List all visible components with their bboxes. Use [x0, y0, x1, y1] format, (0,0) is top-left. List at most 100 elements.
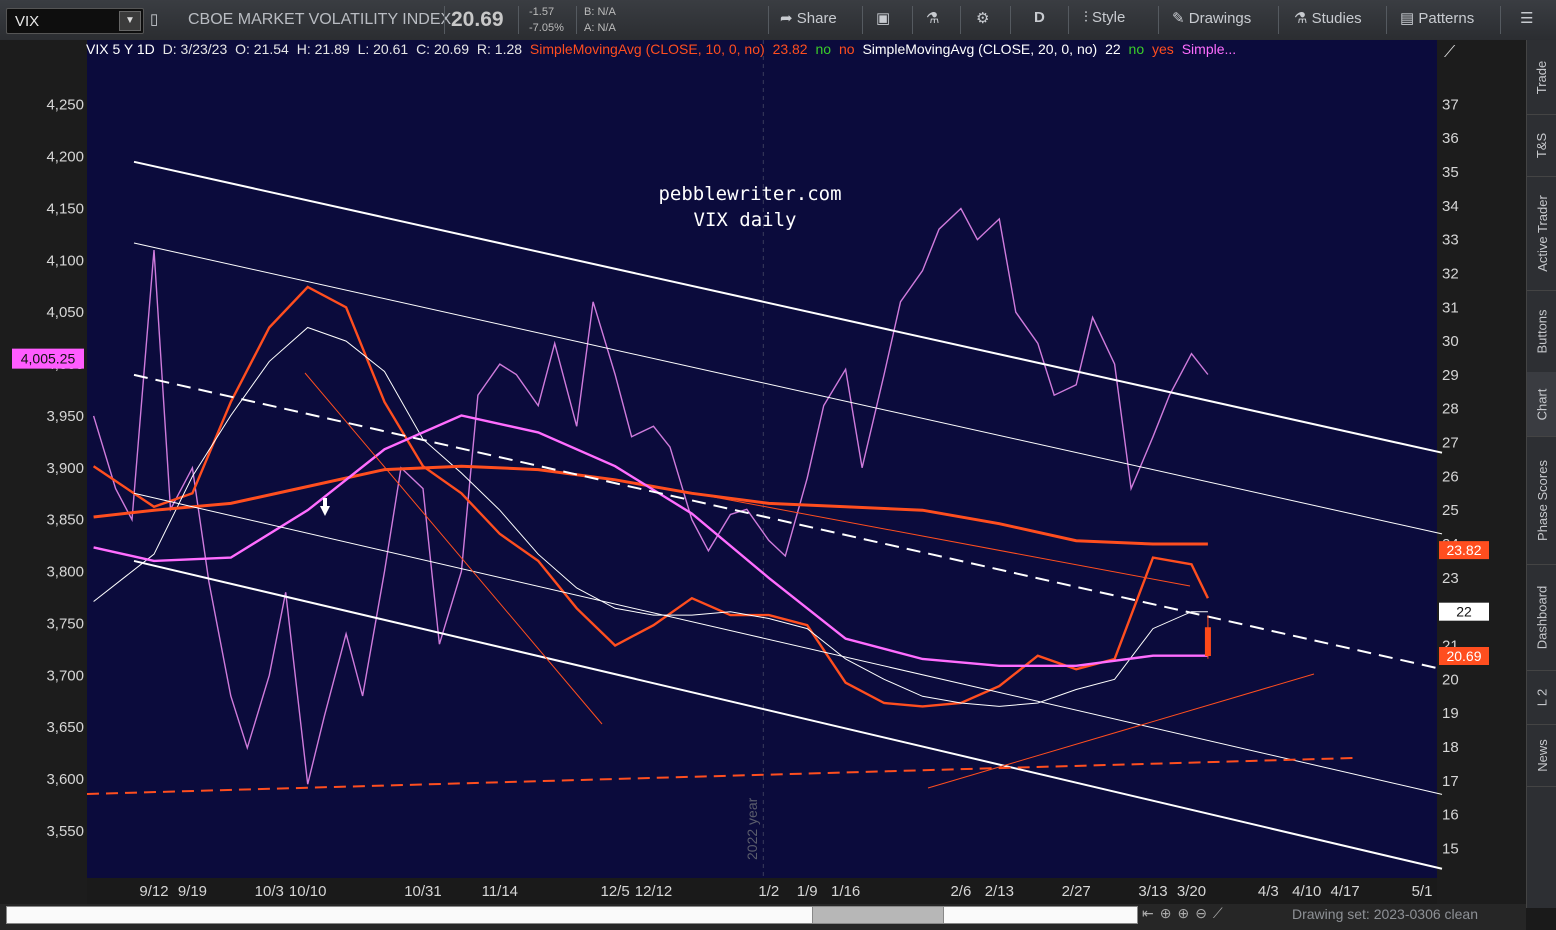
- share-label: Share: [796, 10, 837, 27]
- top-toolbar: VIX ▼ ▯ CBOE MARKET VOLATILITY INDEX 20.…: [0, 0, 1556, 41]
- drawing-set-label[interactable]: Drawing set: 2023-0306 clean: [1292, 906, 1478, 922]
- left-axis-tick: 3,750: [46, 615, 84, 632]
- flask-icon[interactable]: ⚗: [926, 9, 939, 27]
- x-axis-tick: 1/2: [758, 883, 779, 900]
- sidebar-tab-phase-scores[interactable]: Phase Scores: [1527, 436, 1556, 565]
- sma20-label[interactable]: SimpleMovingAvg (CLOSE, 20, 0, no): [862, 41, 1097, 57]
- right-axis-tick: 36: [1442, 130, 1459, 147]
- divider: [862, 6, 863, 34]
- drawings-button[interactable]: ✎ Drawings: [1172, 9, 1251, 27]
- right-axis-tick: 32: [1442, 265, 1459, 282]
- patterns-button[interactable]: ▤ Patterns: [1400, 9, 1474, 27]
- menu-icon[interactable]: ☰: [1520, 9, 1533, 27]
- divider: [444, 6, 445, 34]
- left-price-badge-text: 4,005.25: [21, 351, 76, 367]
- sidebar-tab-active-trader[interactable]: Active Trader: [1527, 176, 1556, 291]
- sidebar-tab-label: Trade: [1534, 60, 1550, 94]
- left-axis-tick: 4,200: [46, 149, 84, 166]
- left-axis-tick: 4,100: [46, 252, 84, 269]
- sidebar-tab-l2[interactable]: L 2: [1527, 670, 1556, 725]
- flask-icon: ⚗: [1294, 10, 1308, 27]
- sidebar-tab-buttons[interactable]: Buttons: [1527, 290, 1556, 373]
- share-button[interactable]: ➦ Share: [780, 9, 837, 27]
- x-axis-tick: 3/13: [1138, 883, 1167, 900]
- x-axis-tick: 12/12: [635, 883, 673, 900]
- chart-subtitle: VIX daily: [694, 209, 797, 231]
- x-axis-tick: 10/10: [289, 883, 327, 900]
- x-axis-tick: 4/17: [1331, 883, 1360, 900]
- camera-icon[interactable]: ▣: [876, 9, 890, 27]
- x-axis-tick: 2/27: [1062, 883, 1091, 900]
- sma10-value: 23.82: [772, 41, 808, 57]
- sidebar-tab-trade[interactable]: Trade: [1527, 40, 1556, 115]
- sma10-flag-2: no: [838, 41, 855, 57]
- right-axis-tick: 18: [1442, 739, 1459, 756]
- gear-icon[interactable]: ⚙: [976, 9, 989, 27]
- link-icon[interactable]: ▯: [150, 10, 158, 28]
- divider: [912, 6, 913, 34]
- divider: [518, 6, 519, 34]
- last-price: 20.69: [451, 8, 504, 31]
- chart-style-icon: ⫶: [1084, 9, 1088, 26]
- share-icon: ➦: [780, 10, 793, 27]
- sma10-label[interactable]: SimpleMovingAvg (CLOSE, 10, 0, no): [530, 41, 765, 57]
- right-axis-tick: 35: [1442, 164, 1459, 181]
- studies-label: Studies: [1311, 10, 1362, 27]
- right-axis-tick: 23: [1442, 570, 1459, 587]
- collapse-icon[interactable]: ⟋: [1444, 44, 1466, 62]
- sidebar-tab-news[interactable]: News: [1527, 724, 1556, 787]
- right-axis-tick: 16: [1442, 807, 1459, 824]
- right-axis-tick: 27: [1442, 435, 1459, 452]
- left-axis-tick: 4,150: [46, 200, 84, 217]
- time-scrollbar[interactable]: [6, 906, 1138, 924]
- chart-area[interactable]: 4,2504,2004,1504,1004,0504,0003,9503,900…: [0, 40, 1526, 904]
- period-button[interactable]: D: [1034, 9, 1045, 26]
- chevron-down-icon[interactable]: ▼: [119, 11, 141, 31]
- chart-title: pebblewriter.com: [658, 183, 841, 205]
- left-axis-tick: 3,950: [46, 408, 84, 425]
- left-axis-tick: 3,900: [46, 460, 84, 477]
- sidebar-tab-chart[interactable]: Chart: [1527, 372, 1556, 437]
- sma20-flag-2: yes: [1152, 41, 1174, 57]
- info-date: D: 3/23/23: [162, 41, 228, 57]
- right-price-badge-text: 23.82: [1446, 542, 1481, 558]
- right-axis-tick: 19: [1442, 705, 1459, 722]
- bid-value: B: N/A: [584, 6, 616, 18]
- sidebar-tab-label: Chart: [1534, 388, 1550, 420]
- left-axis-tick: 4,250: [46, 97, 84, 114]
- studies-button[interactable]: ⚗ Studies: [1294, 9, 1362, 27]
- study-info-bar: VIX 5 Y 1D D: 3/23/23 O: 21.54 H: 21.89 …: [86, 41, 1240, 63]
- symbol-text: VIX: [15, 13, 40, 30]
- x-axis-tick: 2/13: [985, 883, 1014, 900]
- sidebar-tab-ts[interactable]: T&S: [1527, 114, 1556, 177]
- patterns-icon: ▤: [1400, 10, 1415, 27]
- scrollbar-thumb[interactable]: [812, 906, 944, 924]
- right-axis-tick: 34: [1442, 198, 1459, 215]
- right-axis-tick: 29: [1442, 367, 1459, 384]
- sidebar-tab-dashboard[interactable]: Dashboard: [1527, 564, 1556, 671]
- sidebar-tab-label: News: [1534, 738, 1550, 772]
- style-label: Style: [1091, 9, 1126, 26]
- x-axis-tick: 1/9: [797, 883, 818, 900]
- sma20-value: 22: [1105, 41, 1121, 57]
- pencil-icon: ✎: [1172, 10, 1185, 27]
- right-axis-tick: 25: [1442, 502, 1459, 519]
- divider: [1158, 6, 1159, 34]
- x-axis-tick: 4/10: [1292, 883, 1321, 900]
- x-axis-tick: 10/31: [404, 883, 442, 900]
- x-axis-tick: 3/20: [1177, 883, 1206, 900]
- change-value: -1.57: [529, 6, 555, 18]
- more-studies-label[interactable]: Simple...: [1182, 41, 1236, 57]
- divider: [1500, 6, 1501, 34]
- x-axis-tick: 2/6: [950, 883, 971, 900]
- right-axis-tick: 33: [1442, 232, 1459, 249]
- symbol-input[interactable]: VIX ▼: [6, 8, 144, 34]
- sma10-flag-1: no: [815, 41, 832, 57]
- divider: [1010, 6, 1011, 34]
- drawings-label: Drawings: [1188, 10, 1252, 27]
- divider: [1386, 6, 1387, 34]
- style-button[interactable]: ⫶ Style: [1084, 9, 1125, 26]
- divider: [1068, 6, 1069, 34]
- zoom-controls[interactable]: ⇤⊕⊕⊖⟋: [1142, 905, 1229, 922]
- x-axis-tick: 9/19: [178, 883, 207, 900]
